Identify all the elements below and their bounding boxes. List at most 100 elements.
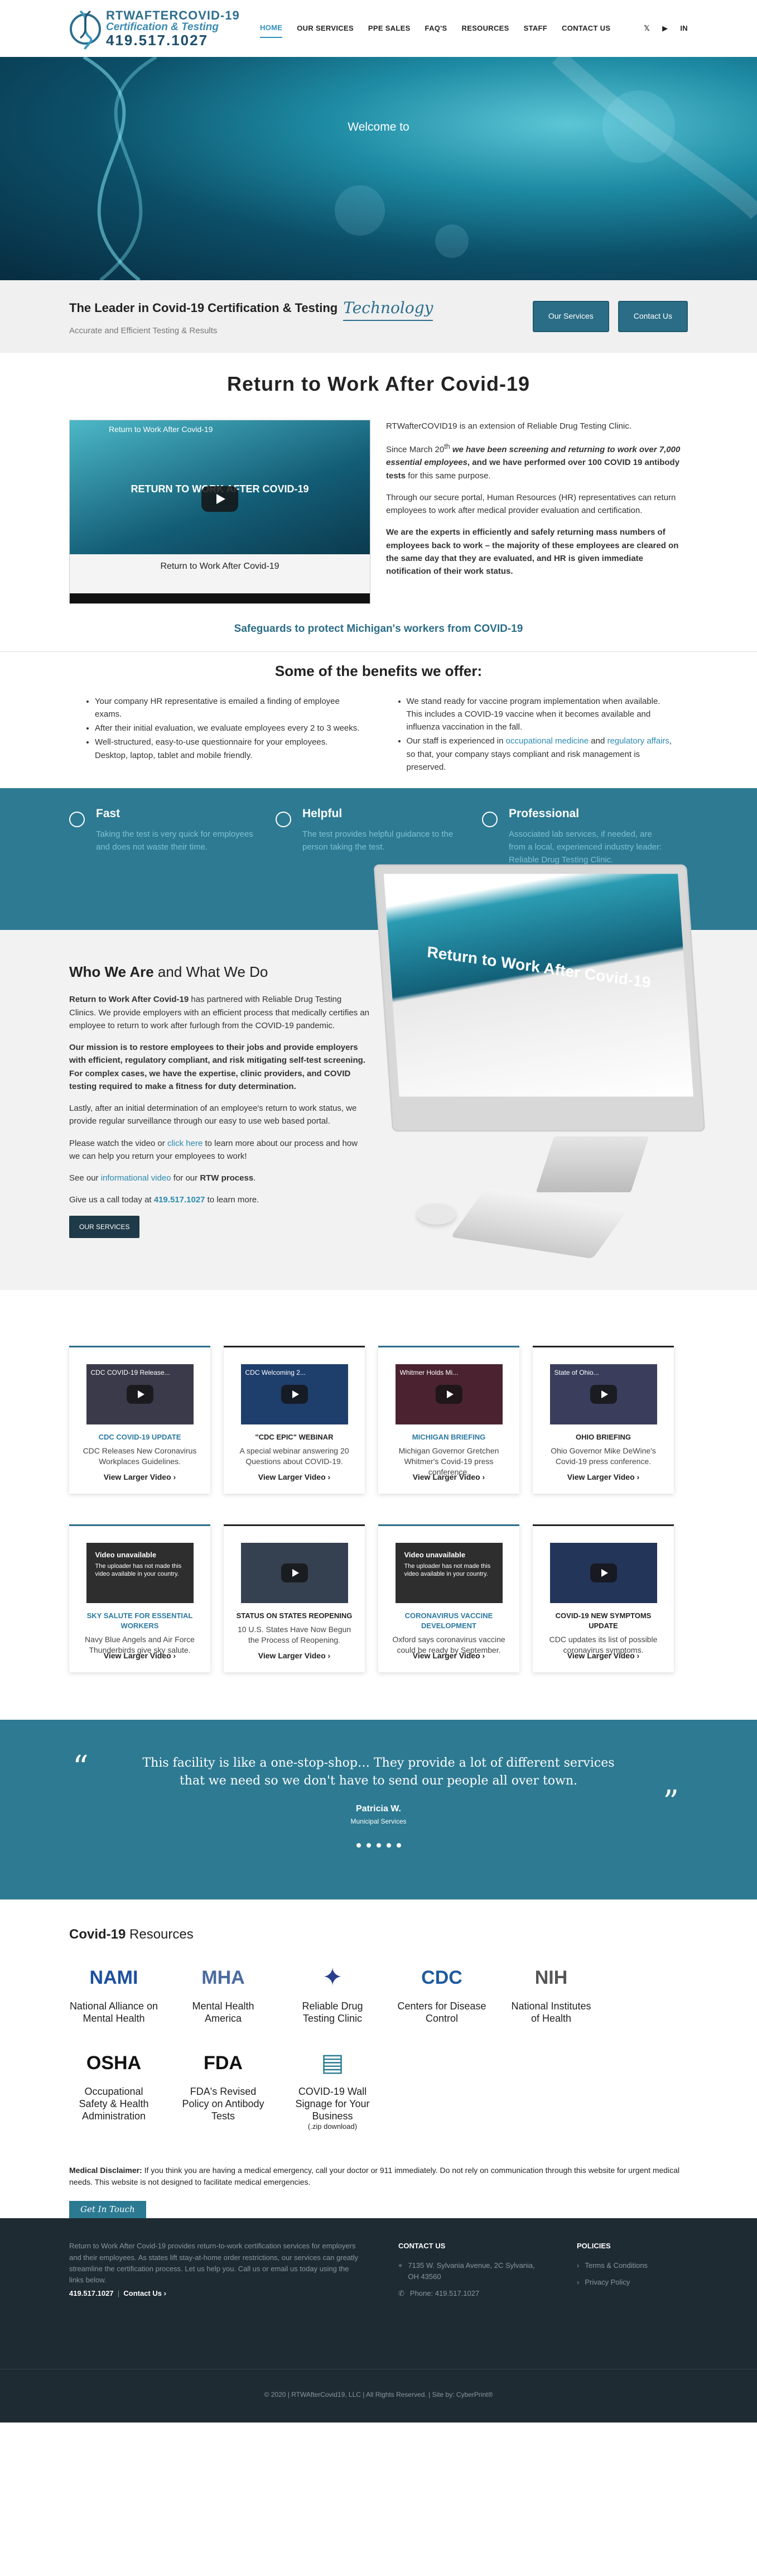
resource-item[interactable]: MHA Mental Health America — [179, 1958, 268, 2025]
view-larger-video-link[interactable]: View Larger Video › — [533, 1650, 674, 1662]
nav-our-services[interactable]: OUR SERVICES — [297, 20, 354, 37]
get-in-touch-tab: Get In Touch — [69, 2201, 146, 2219]
footer-policies: POLICIES › Terms & Conditions › Privacy … — [577, 2241, 648, 2369]
play-icon[interactable] — [126, 1385, 153, 1404]
resource-item[interactable]: ▤ COVID-19 Wall Signage for Your Business… — [288, 2043, 377, 2131]
view-larger-video-link[interactable]: View Larger Video › — [69, 1471, 210, 1484]
who-text: Who We Are and What We Do Return to Work… — [69, 961, 370, 1239]
resource-logo-icon: FDA — [204, 2052, 243, 2074]
video-thumbnail[interactable]: Video unavailable The uploader has not ma… — [86, 1543, 194, 1604]
resource-item[interactable]: FDA FDA's Revised Policy on Antibody Test… — [179, 2043, 268, 2131]
video-thumbnail[interactable]: Whitmer Holds Mi... — [395, 1364, 503, 1425]
who-text-span: for our — [171, 1173, 200, 1183]
contact-us-button[interactable]: Contact Us — [618, 301, 688, 332]
twitter-icon[interactable]: 𝕏 — [644, 20, 650, 37]
video-thumbnail[interactable]: Video unavailable The uploader has not ma… — [395, 1543, 503, 1604]
resource-item[interactable]: NAMI National Alliance on Mental Health — [69, 1958, 158, 2025]
nav-home[interactable]: HOME — [260, 19, 283, 39]
view-larger-video-link[interactable]: View Larger Video › — [69, 1650, 210, 1662]
benefits-list: Your company HR representative is emaile… — [0, 695, 757, 789]
view-larger-video-link[interactable]: View Larger Video › — [533, 1471, 674, 1484]
view-larger-video-link[interactable]: View Larger Video › — [224, 1650, 365, 1662]
footer-phone-label[interactable]: Phone: 419.517.1027 — [410, 2288, 479, 2299]
benefit-item: Your company HR representative is emaile… — [95, 695, 362, 721]
video-card-title: CORONAVIRUS VACCINE DEVELOPMENT — [404, 1611, 493, 1630]
video-unavailable-notice: Video unavailable The uploader has not ma… — [86, 1543, 194, 1603]
resource-item[interactable]: ✦ Reliable Drug Testing Clinic — [288, 1958, 377, 2025]
resources-grid: NAMI National Alliance on Mental Health MH… — [69, 1958, 688, 2131]
rtw-text-sup: th — [444, 443, 450, 451]
resource-item[interactable]: NIH National Institutes of Health — [507, 1958, 596, 2025]
rtw-paragraph-bold: We are the experts in efficiently and sa… — [386, 527, 679, 577]
nav-faqs[interactable]: FAQ'S — [425, 20, 447, 37]
hero-bubble — [435, 224, 469, 258]
footer-address[interactable]: 7135 W. Sylvania Avenue, 2C Sylvania, OH… — [408, 2260, 543, 2282]
our-services-button[interactable]: Our Services — [532, 301, 609, 332]
resource-sublabel: (.zip download) — [307, 2122, 358, 2131]
click-here-link[interactable]: click here — [167, 1139, 202, 1148]
video-card: Whitmer Holds Mi... MICHIGAN BRIEFING Mich… — [378, 1346, 519, 1494]
footer-phone[interactable]: 419.517.1027 — [69, 2289, 114, 2297]
play-icon[interactable] — [281, 1385, 308, 1404]
video-thumbnail[interactable]: CDC COVID-19 Release... — [86, 1364, 194, 1425]
carousel-dot[interactable] — [366, 1843, 371, 1848]
who-strong: RTW process — [200, 1173, 254, 1183]
unavailable-title: Video unavailable — [95, 1551, 157, 1560]
video-thumbnail[interactable]: State of Ohio... — [549, 1364, 657, 1425]
disclaimer-text: If you think you are having a medical em… — [69, 2165, 680, 2187]
video-thumbnail[interactable] — [240, 1543, 348, 1604]
informational-video-link[interactable]: informational video — [101, 1173, 171, 1183]
carousel-dots — [128, 1843, 629, 1848]
leader-title: The Leader in Covid-19 Certification & T… — [69, 296, 433, 322]
linkedin-icon[interactable]: in — [680, 20, 688, 37]
user-icon — [482, 812, 498, 828]
benefit-item: After their initial evaluation, we evalu… — [95, 722, 362, 735]
carousel-dot[interactable] — [376, 1843, 381, 1848]
terms-link[interactable]: Terms & Conditions — [585, 2260, 648, 2271]
site-logo[interactable]: RTWAFTERCOVID-19 Certification & Testing… — [69, 7, 240, 50]
view-larger-video-link[interactable]: View Larger Video › — [378, 1471, 519, 1484]
resource-logo-icon: OSHA — [86, 2052, 142, 2074]
video-cards-section: CDC COVID-19 Release... CDC COVID-19 UPDA… — [0, 1290, 757, 1720]
youtube-icon[interactable]: ▶ — [662, 20, 668, 37]
social-links: 𝕏 ▶ in — [644, 20, 688, 37]
view-larger-video-link[interactable]: View Larger Video › — [224, 1471, 365, 1484]
resource-item[interactable]: CDC Centers for Disease Control — [397, 1958, 486, 2025]
hero-bubble — [335, 185, 385, 236]
unavailable-text: The uploader has not made this video ava… — [95, 1562, 182, 1578]
nav-staff[interactable]: STAFF — [524, 20, 547, 37]
who-text-span: . — [253, 1173, 256, 1183]
our-services-dark-button[interactable]: OUR SERVICES — [69, 1215, 140, 1239]
regulatory-affairs-link[interactable]: regulatory affairs — [607, 736, 669, 746]
carousel-dot[interactable] — [356, 1843, 361, 1848]
feature-text: The test provides helpful guidance to th… — [302, 829, 454, 852]
who-title-rest: and What We Do — [153, 963, 268, 981]
view-larger-video-link[interactable]: View Larger Video › — [378, 1650, 519, 1662]
rtw-description: RTWafterCOVID19 is an extension of Relia… — [386, 420, 688, 604]
feature-text: Taking the test is very quick for employ… — [96, 829, 253, 852]
rtw-video-player[interactable]: Return to Work After Covid-19 RETURN TO … — [69, 419, 370, 604]
video-unavailable-notice: Video unavailable The uploader has not ma… — [396, 1543, 503, 1603]
video-thumbnail[interactable]: CDC Welcoming 2... — [240, 1364, 348, 1425]
nav-contact-us[interactable]: CONTACT US — [562, 20, 610, 37]
medical-disclaimer: Medical Disclaimer: If you think you are… — [0, 2148, 757, 2201]
play-icon[interactable] — [590, 1385, 617, 1404]
play-icon[interactable] — [590, 1563, 617, 1583]
video-thumbnail[interactable] — [549, 1543, 657, 1604]
benefits-title: Some of the benefits we offer: — [274, 663, 483, 680]
resource-item[interactable]: OSHA Occupational Safety & Health Adminis… — [69, 2043, 158, 2131]
site-header: RTWAFTERCOVID-19 Certification & Testing… — [0, 0, 757, 57]
play-icon[interactable] — [435, 1385, 462, 1404]
footer-contact-link[interactable]: Contact Us › — [123, 2289, 166, 2297]
carousel-dot[interactable] — [386, 1843, 391, 1848]
nav-resources[interactable]: RESOURCES — [462, 20, 509, 37]
play-icon[interactable] — [281, 1563, 308, 1583]
occupational-medicine-link[interactable]: occupational medicine — [506, 736, 589, 746]
play-icon[interactable] — [201, 486, 238, 512]
carousel-dot[interactable] — [396, 1843, 401, 1848]
nav-ppe-sales[interactable]: PPE SALES — [368, 20, 411, 37]
phone-link[interactable]: 419.517.1027 — [154, 1195, 205, 1205]
feature-title: Fast — [96, 807, 120, 821]
resource-logo-icon: MHA — [201, 1966, 245, 1988]
privacy-link[interactable]: Privacy Policy — [585, 2277, 630, 2288]
